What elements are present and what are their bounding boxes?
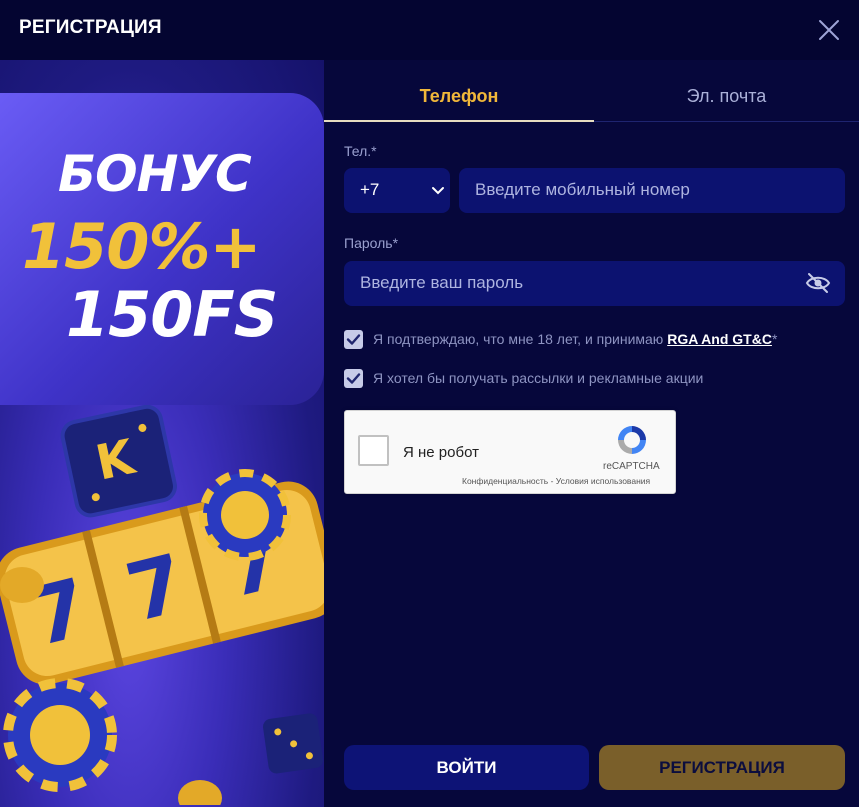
recaptcha-logo-icon bbox=[618, 426, 646, 454]
slot-machine-illustration: K 7 7 7 bbox=[0, 405, 324, 805]
newsletter-text: Я хотел бы получать рассылки и рекламные… bbox=[373, 370, 704, 386]
terms-link[interactable]: RGA And GT&C bbox=[667, 331, 772, 347]
country-code-value: +7 bbox=[360, 180, 380, 199]
promo-free-spins: 150FS bbox=[66, 278, 278, 351]
recaptcha-widget: Я не робот reCAPTCHA Конфиденциальность … bbox=[344, 410, 676, 494]
close-icon[interactable] bbox=[815, 16, 843, 44]
recaptcha-checkbox[interactable] bbox=[358, 435, 389, 466]
recaptcha-label: Я не робот bbox=[403, 444, 479, 461]
chevron-down-icon bbox=[432, 187, 444, 195]
promo-banner: БОНУС 150%+ 150FS K 7 7 7 bbox=[0, 60, 324, 807]
eye-off-icon[interactable] bbox=[805, 272, 831, 294]
country-code-select[interactable]: +7 bbox=[344, 168, 450, 213]
terms-checkbox[interactable] bbox=[344, 330, 363, 349]
checkmark-icon bbox=[346, 373, 361, 384]
checkmark-icon bbox=[346, 334, 361, 345]
register-button[interactable]: РЕГИСТРАЦИЯ bbox=[599, 745, 845, 790]
recaptcha-links[interactable]: Конфиденциальность - Условия использован… bbox=[462, 476, 650, 486]
password-label: Пароль* bbox=[344, 235, 399, 251]
terms-text: Я подтверждаю, что мне 18 лет, и принима… bbox=[373, 331, 777, 347]
promo-title: БОНУС bbox=[58, 145, 252, 203]
promo-bonus-percent: 150%+ bbox=[22, 210, 261, 283]
modal-header: РЕГИСТРАЦИЯ bbox=[0, 0, 859, 60]
tab-email[interactable]: Эл. почта bbox=[594, 60, 859, 122]
login-button[interactable]: ВОЙТИ bbox=[344, 745, 589, 790]
phone-label: Тел.* bbox=[344, 143, 377, 159]
registration-modal: РЕГИСТРАЦИЯ БОНУС 150%+ 150FS K 7 7 7 Те… bbox=[0, 0, 859, 807]
tab-phone[interactable]: Телефон bbox=[324, 60, 594, 122]
auth-tabs: Телефон Эл. почта bbox=[324, 60, 859, 122]
phone-placeholder: Введите мобильный номер bbox=[475, 180, 690, 199]
terms-text-prefix: Я подтверждаю, что мне 18 лет, и принима… bbox=[373, 331, 668, 347]
password-placeholder: Введите ваш пароль bbox=[360, 273, 524, 292]
phone-input[interactable]: Введите мобильный номер bbox=[459, 168, 845, 213]
password-input[interactable]: Введите ваш пароль bbox=[344, 261, 845, 306]
modal-title: РЕГИСТРАЦИЯ bbox=[19, 17, 162, 38]
recaptcha-brand: reCAPTCHA bbox=[603, 461, 660, 472]
newsletter-checkbox[interactable] bbox=[344, 369, 363, 388]
terms-asterisk: * bbox=[771, 331, 778, 347]
